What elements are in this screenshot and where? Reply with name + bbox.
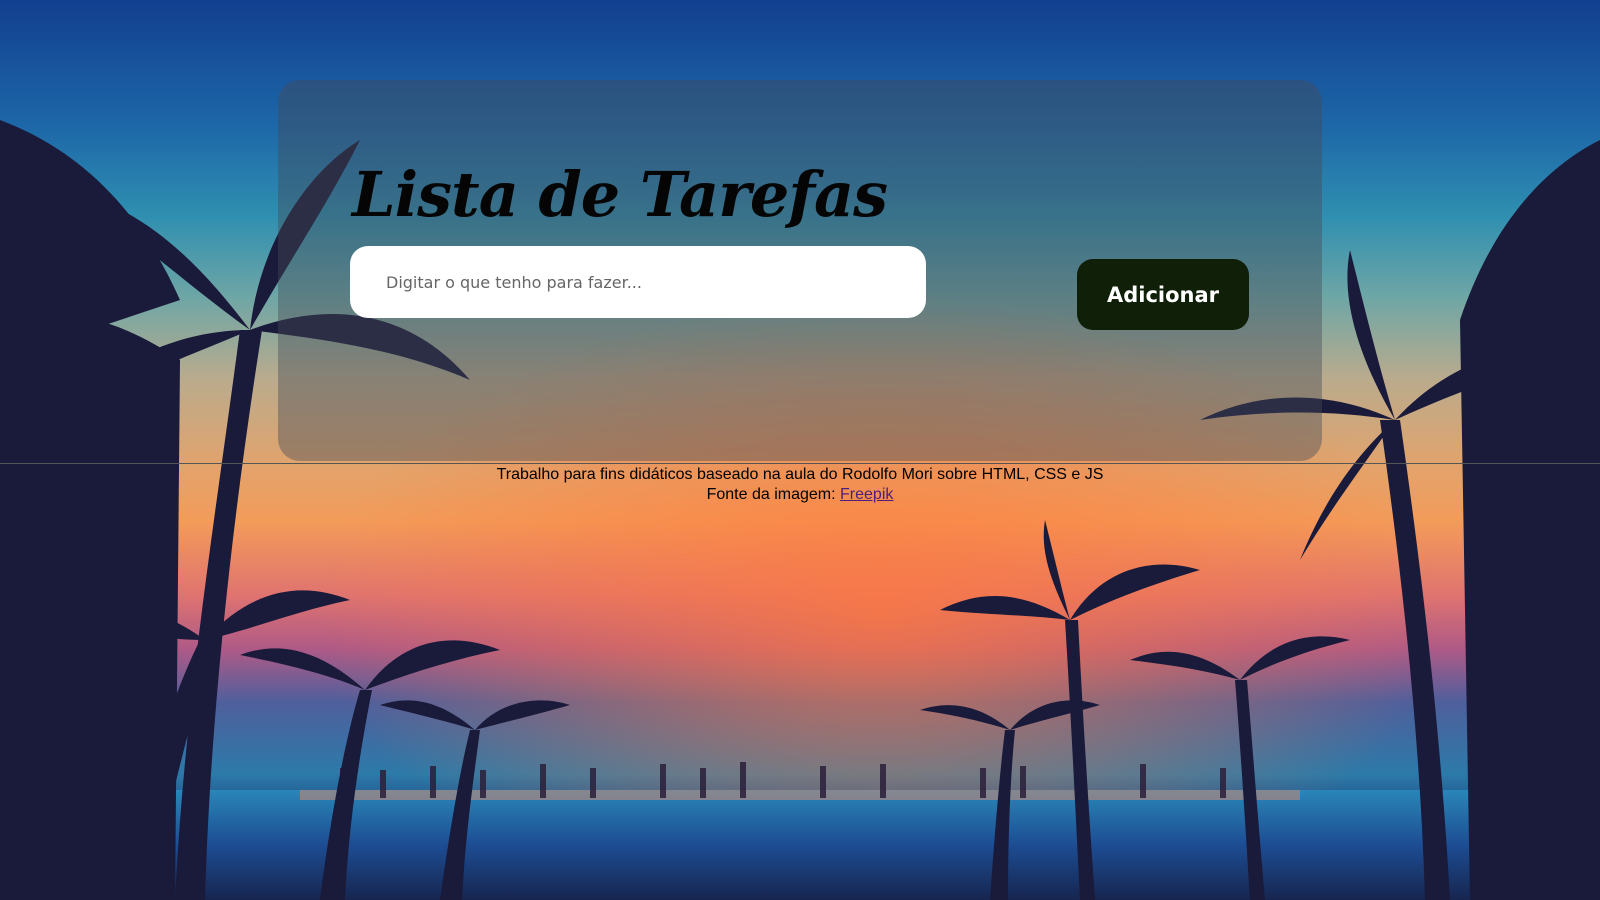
image-source-label: Fonte da imagem:: [706, 486, 836, 503]
footer: Trabalho para fins didáticos baseado na …: [0, 465, 1600, 505]
credit-text: Trabalho para fins didáticos baseado na …: [496, 466, 1104, 483]
page-title: Lista de Tarefas: [352, 158, 888, 231]
freepik-link[interactable]: Freepik: [840, 486, 893, 503]
task-card: Lista de Tarefas Adicionar: [278, 80, 1322, 461]
add-task-button[interactable]: Adicionar: [1077, 259, 1249, 330]
footer-divider: [0, 463, 1600, 464]
image-source-line: Fonte da imagem: Freepik: [0, 485, 1600, 505]
task-input[interactable]: [350, 246, 926, 318]
